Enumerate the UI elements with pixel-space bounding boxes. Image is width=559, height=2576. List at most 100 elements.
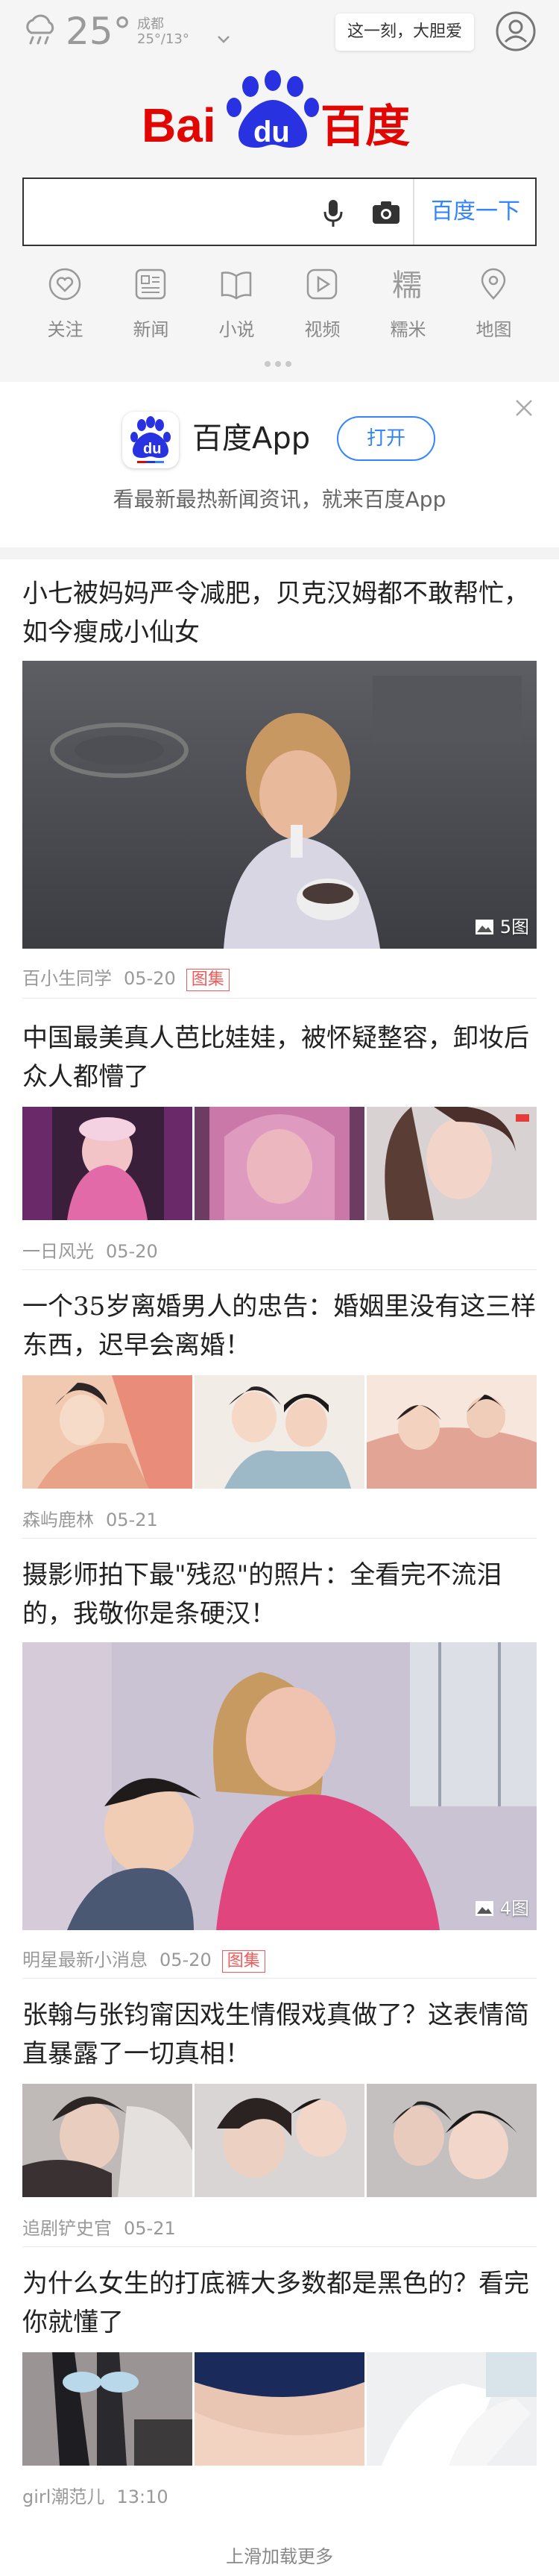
article-image-row[interactable] — [22, 2084, 537, 2197]
app-name: 百度App — [192, 421, 311, 456]
microphone-icon[interactable] — [322, 198, 344, 228]
article-image[interactable]: 4图 — [22, 1642, 537, 1930]
article-source: 追剧铲史官 — [22, 2218, 112, 2239]
quick-nav: 关注 新闻 小说 视频 糯 糯米 地图 — [22, 267, 537, 345]
article-thumbnail — [367, 1107, 537, 1220]
nav-item-video[interactable]: 视频 — [280, 267, 365, 345]
city-name: 成都 — [137, 16, 164, 32]
feed-divider — [22, 1978, 537, 1979]
image-count: 4图 — [499, 1898, 529, 1919]
article-title[interactable]: 一个35岁离婚男人的忠告：婚姻里没有这三样东西，迟早会离婚！ — [22, 1287, 537, 1365]
article-meta: 明星最新小消息 05-20 图集 — [22, 1945, 265, 1973]
banner-description: 看最新最热新闻资讯，就来百度App — [113, 487, 446, 512]
nav-label: 关注 — [47, 319, 83, 340]
feed-divider — [22, 2246, 537, 2247]
baidu-paw-icon: du — [130, 416, 171, 463]
article-meta: girl潮范儿 13:10 — [22, 2482, 168, 2508]
article-title[interactable]: 中国最美真人芭比娃娃，被怀疑整容，卸妆后众人都懵了 — [22, 1019, 537, 1096]
nav-label: 糯米 — [390, 319, 426, 340]
article-source: 一日风光 — [22, 1241, 94, 1262]
article-image-row[interactable] — [22, 1107, 537, 1220]
nav-label: 新闻 — [133, 319, 169, 340]
nav-item-nuomi[interactable]: 糯 糯米 — [365, 267, 451, 345]
svg-text:du: du — [143, 441, 161, 457]
image-count-badge: 5图 — [475, 914, 529, 940]
book-icon — [221, 271, 252, 300]
search-input[interactable] — [34, 186, 310, 237]
close-icon[interactable] — [514, 398, 534, 418]
article-meta: 森屿鹿林 05-21 — [22, 1505, 158, 1531]
news-icon — [135, 268, 166, 300]
article-thumbnail — [22, 2084, 192, 2197]
app-logo: du — [122, 412, 179, 468]
load-more-hint[interactable]: 上滑加载更多 — [0, 2542, 559, 2568]
play-icon — [306, 268, 338, 300]
slogan-bubble[interactable]: 这一刻，大胆爱 — [335, 13, 475, 51]
article-source: 森屿鹿林 — [22, 1510, 94, 1530]
article-thumbnail — [367, 2084, 537, 2197]
nav-label: 视频 — [304, 319, 341, 340]
article-thumbnail — [22, 2352, 192, 2466]
article-image[interactable]: 5图 — [22, 661, 537, 949]
rain-cloud-icon — [26, 14, 54, 45]
nav-label: 地图 — [476, 319, 512, 340]
feed-item[interactable]: 摄影师拍下最"残忍"的照片：全看完不流泪的，我敬你是条硬汉！ 4图 明星最新小消… — [22, 1556, 537, 1973]
article-image-row[interactable] — [22, 2352, 537, 2466]
camera-icon[interactable] — [371, 200, 401, 225]
heart-icon — [48, 268, 81, 301]
article-title[interactable]: 小七被妈妈严令减肥，贝克汉姆都不敢帮忙，如今瘦成小仙女 — [22, 574, 537, 652]
page-indicator — [265, 361, 294, 368]
article-photo — [22, 1642, 537, 1930]
article-meta: 百小生同学 05-20 图集 — [22, 964, 230, 991]
nav-label: 小说 — [218, 319, 255, 340]
search-button[interactable]: 百度一下 — [413, 179, 537, 245]
header-area: 25° 成都 25°/13° 这一刻，大胆爱 Bai du 百度 百度一下 关注… — [0, 0, 559, 382]
temperature-range: 25°/13° — [137, 31, 189, 47]
nav-item-map[interactable]: 地图 — [451, 267, 537, 345]
feed-item[interactable]: 为什么女生的打底裤大多数都是黑色的？看完你就懂了 girl潮范儿 13:10 — [22, 2264, 537, 2507]
article-meta: 一日风光 05-20 — [22, 1237, 158, 1263]
article-title[interactable]: 为什么女生的打底裤大多数都是黑色的？看完你就懂了 — [22, 2264, 537, 2342]
svg-text:du: du — [253, 116, 290, 148]
article-title[interactable]: 张翰与张钧甯因戏生情假戏真做了？这表情简直暴露了一切真相！ — [22, 1996, 537, 2073]
page-dot — [265, 361, 271, 367]
article-thumbnail — [195, 1375, 364, 1489]
app-download-banner: du 百度App 打开 看最新最热新闻资讯，就来百度App — [0, 382, 559, 547]
image-count: 5图 — [499, 917, 529, 937]
feed-item[interactable]: 中国最美真人芭比娃娃，被怀疑整容，卸妆后众人都懵了 一日风光 05-20 — [22, 1019, 537, 1262]
article-source: girl潮范儿 — [22, 2487, 105, 2507]
nav-item-news[interactable]: 新闻 — [108, 267, 194, 345]
article-thumbnail — [195, 2352, 364, 2466]
baidu-logo: Bai du 百度 — [142, 70, 410, 152]
open-app-button[interactable]: 打开 — [337, 416, 435, 461]
article-image-row[interactable] — [22, 1375, 537, 1489]
article-date: 05-21 — [106, 1510, 158, 1530]
gallery-icon — [475, 920, 493, 934]
article-thumbnail — [22, 1107, 192, 1220]
section-divider — [0, 547, 559, 559]
gallery-icon — [475, 1901, 493, 1916]
feed-item[interactable]: 一个35岁离婚男人的忠告：婚姻里没有这三样东西，迟早会离婚！ 森屿鹿林 05-21 — [22, 1287, 537, 1530]
user-icon[interactable] — [495, 10, 537, 52]
article-thumbnail — [22, 1375, 192, 1489]
article-date: 13:10 — [116, 2487, 168, 2507]
article-photo — [22, 661, 537, 949]
article-date: 05-20 — [124, 968, 176, 989]
article-date: 05-20 — [160, 1950, 212, 1970]
svg-text:百度: 百度 — [320, 101, 410, 152]
nav-item-follow[interactable]: 关注 — [22, 267, 108, 345]
feed-divider — [22, 1269, 537, 1270]
page-dot — [285, 361, 291, 367]
feed-divider — [22, 998, 537, 999]
feed-divider — [22, 1538, 537, 1539]
nav-item-novel[interactable]: 小说 — [194, 267, 280, 345]
feed-item[interactable]: 小七被妈妈严令减肥，贝克汉姆都不敢帮忙，如今瘦成小仙女 5图 百小生同学 05-… — [22, 574, 537, 991]
article-title[interactable]: 摄影师拍下最"残忍"的照片：全看完不流泪的，我敬你是条硬汉！ — [22, 1556, 537, 1633]
gallery-tag: 图集 — [221, 1950, 265, 1973]
chevron-down-icon — [218, 36, 230, 43]
svg-text:Bai: Bai — [142, 98, 216, 152]
article-thumbnail — [367, 1375, 537, 1489]
image-count-badge: 4图 — [475, 1896, 529, 1921]
nuomi-icon: 糯 — [392, 268, 422, 301]
feed-item[interactable]: 张翰与张钧甯因戏生情假戏真做了？这表情简直暴露了一切真相！ 追剧铲史官 05-21 — [22, 1996, 537, 2239]
